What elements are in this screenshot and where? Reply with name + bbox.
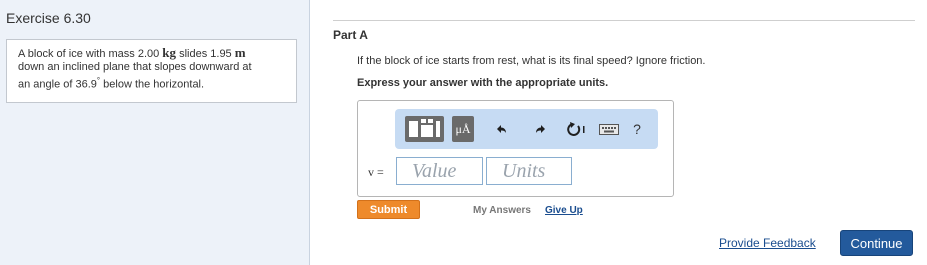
help-icon: ? [633, 121, 641, 137]
problem-text-4: an angle of 36.9 [18, 78, 97, 91]
problem-statement: A block of ice with mass 2.00 kg slides … [6, 39, 297, 103]
templates-button[interactable] [404, 109, 445, 149]
reset-button[interactable] [563, 109, 589, 149]
provide-feedback-link[interactable]: Provide Feedback [719, 236, 816, 250]
units-icon: μÅ [452, 116, 474, 142]
continue-button[interactable]: Continue [840, 230, 913, 256]
section-divider [333, 20, 915, 21]
variable-label: v = [368, 165, 384, 179]
templates-icon [405, 116, 444, 142]
value-input[interactable] [396, 157, 483, 185]
help-button[interactable]: ? [630, 109, 644, 149]
submit-button[interactable]: Submit [357, 200, 420, 219]
unit-m: m [234, 45, 246, 60]
part-title: Part A [333, 28, 368, 42]
undo-button[interactable] [492, 109, 510, 149]
keyboard-icon [599, 124, 619, 135]
problem-text-3: down an inclined plane that slopes downw… [18, 61, 252, 73]
reset-icon [567, 122, 585, 136]
left-panel: Exercise 6.30 A block of ice with mass 2… [0, 0, 310, 265]
units-button[interactable]: μÅ [451, 109, 475, 149]
keyboard-button[interactable] [598, 109, 620, 149]
undo-icon [497, 125, 506, 133]
answer-instruction: Express your answer with the appropriate… [357, 77, 609, 89]
problem-text-1: A block of ice with mass 2.00 [18, 48, 163, 60]
units-input[interactable] [486, 157, 572, 185]
give-up-link[interactable]: Give Up [545, 205, 583, 216]
problem-text-5: below the horizontal. [100, 78, 205, 91]
question-text: If the block of ice starts from rest, wh… [357, 55, 706, 67]
exercise-title: Exercise 6.30 [6, 10, 91, 26]
unit-kg: kg [162, 45, 177, 60]
redo-icon [536, 125, 545, 133]
problem-text-2: slides 1.95 [176, 48, 235, 60]
math-toolbar: μÅ ? [395, 109, 658, 149]
redo-button[interactable] [532, 109, 550, 149]
my-answers-label: My Answers [473, 205, 531, 216]
